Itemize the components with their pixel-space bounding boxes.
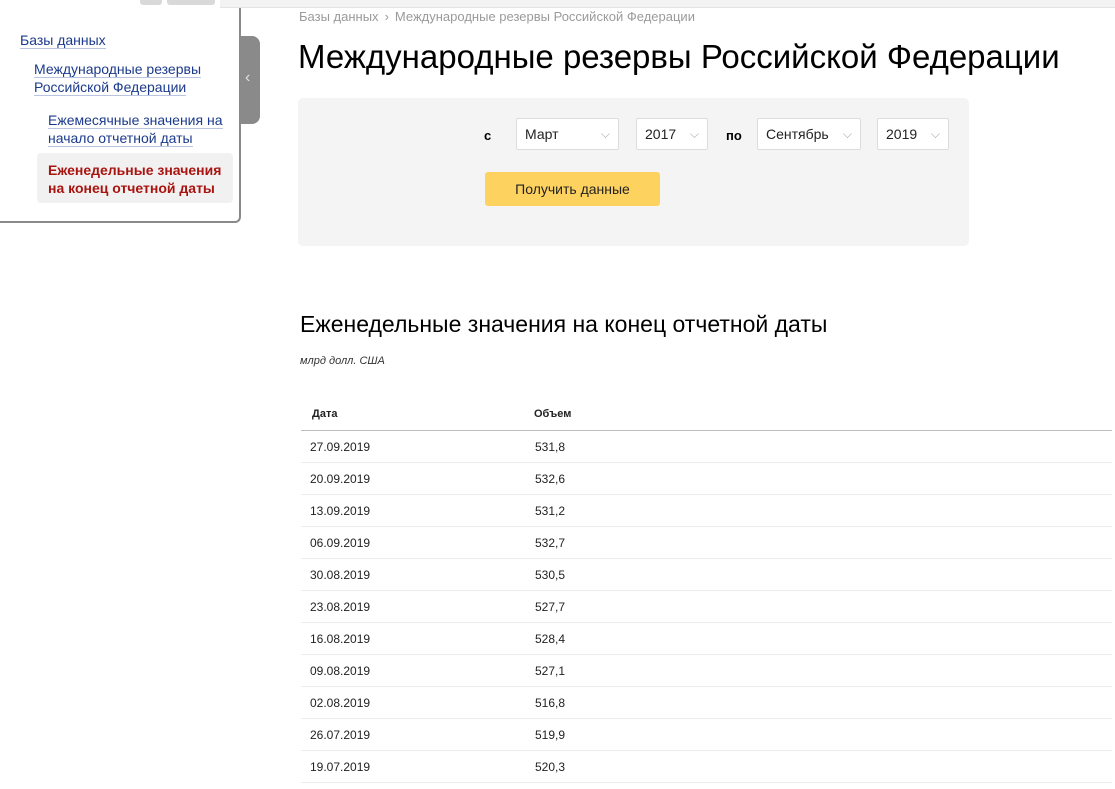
- date-cell: 23.08.2019: [301, 590, 523, 623]
- date-filter-panel: с Март ⌵ 2017 ⌵ по Сентябрь ⌵ 2019 ⌵ Пол…: [298, 98, 969, 246]
- column-header-volume: Объем: [523, 398, 1112, 431]
- from-month-select[interactable]: Март ⌵: [516, 118, 619, 150]
- table-row: 13.09.2019 531,2: [301, 494, 1112, 527]
- sidebar-item-databases[interactable]: Базы данных: [20, 32, 106, 49]
- table-row: 26.07.2019 519,9: [301, 718, 1112, 751]
- volume-cell: 527,1: [523, 654, 1112, 687]
- page-title: Международные резервы Российской Федерац…: [298, 38, 1060, 75]
- sidebar-active-label: Еженедельные значения на конец отчетной …: [48, 162, 222, 196]
- volume-cell: 520,3: [523, 750, 1112, 783]
- from-label: с: [484, 128, 492, 143]
- sidebar-link-databases[interactable]: Базы данных: [20, 32, 106, 49]
- chevron-down-icon: ⌵: [930, 127, 940, 141]
- volume-cell: 528,4: [523, 622, 1112, 655]
- sidebar-item-weekly-active[interactable]: Еженедельные значения на конец отчетной …: [37, 153, 233, 203]
- table-row: 20.09.2019 532,6: [301, 462, 1112, 495]
- chevron-down-icon: ⌵: [600, 127, 610, 141]
- date-cell: 02.08.2019: [301, 686, 523, 719]
- to-label: по: [726, 128, 742, 143]
- top-bar: [220, 0, 1115, 8]
- table-row: 19.07.2019 520,3: [301, 750, 1112, 783]
- get-data-button[interactable]: Получить данные: [485, 172, 660, 206]
- volume-cell: 532,6: [523, 462, 1112, 495]
- volume-cell: 516,8: [523, 686, 1112, 719]
- sidebar-link-monthly[interactable]: Ежемесячные значения на начало отчетной …: [48, 112, 223, 147]
- sidebar-item-monthly[interactable]: Ежемесячные значения на начало отчетной …: [48, 111, 228, 147]
- volume-cell: 530,5: [523, 558, 1112, 591]
- to-month-value: Сентябрь: [766, 126, 829, 142]
- volume-cell: 527,7: [523, 590, 1112, 623]
- date-cell: 20.09.2019: [301, 462, 523, 495]
- breadcrumb-item-reserves[interactable]: Международные резервы Российской Федерац…: [395, 9, 695, 24]
- chevron-right-icon: ›: [384, 9, 389, 24]
- date-cell: 13.09.2019: [301, 494, 523, 527]
- top-tab[interactable]: [167, 0, 215, 5]
- table-row: 30.08.2019 530,5: [301, 558, 1112, 591]
- sidebar-link-reserves[interactable]: Международные резервы Российской Федерац…: [34, 61, 202, 96]
- unit-caption: млрд долл. США: [300, 355, 385, 367]
- date-cell: 19.07.2019: [301, 750, 523, 783]
- volume-cell: 531,8: [523, 430, 1112, 463]
- reserves-table: Дата Объем 27.09.2019 531,8 20.09.2019 532…: [301, 398, 1112, 783]
- table-row: 02.08.2019 516,8: [301, 686, 1112, 719]
- to-year-select[interactable]: 2019 ⌵: [877, 118, 949, 150]
- section-title: Еженедельные значения на конец отчетной …: [300, 311, 828, 337]
- date-cell: 27.09.2019: [301, 430, 523, 463]
- sidebar-collapse-button[interactable]: ‹: [241, 36, 260, 124]
- table-header-row: Дата Объем: [301, 398, 1112, 431]
- date-cell: 30.08.2019: [301, 558, 523, 591]
- volume-cell: 531,2: [523, 494, 1112, 527]
- date-cell: 06.09.2019: [301, 526, 523, 559]
- sidebar-item-reserves[interactable]: Международные резервы Российской Федерац…: [34, 60, 224, 96]
- date-cell: 09.08.2019: [301, 654, 523, 687]
- from-month-value: Март: [525, 126, 559, 142]
- top-tab[interactable]: [140, 0, 162, 5]
- to-year-value: 2019: [886, 126, 918, 142]
- date-cell: 26.07.2019: [301, 718, 523, 751]
- column-header-date: Дата: [301, 398, 523, 431]
- from-year-select[interactable]: 2017 ⌵: [636, 118, 708, 150]
- breadcrumb-item-databases[interactable]: Базы данных: [299, 9, 379, 24]
- table-row: 27.09.2019 531,8: [301, 430, 1112, 463]
- breadcrumb: Базы данных › Международные резервы Россий…: [299, 9, 695, 24]
- sidebar-nav: Базы данных Международные резервы Россий…: [0, 8, 241, 223]
- table-row: 09.08.2019 527,1: [301, 654, 1112, 687]
- to-month-select[interactable]: Сентябрь ⌵: [757, 118, 861, 150]
- from-year-value: 2017: [645, 126, 677, 142]
- table-row: 06.09.2019 532,7: [301, 526, 1112, 559]
- date-cell: 16.08.2019: [301, 622, 523, 655]
- volume-cell: 519,9: [523, 718, 1112, 751]
- browser-top-strip: [0, 0, 1115, 8]
- chevron-down-icon: ⌵: [689, 127, 699, 141]
- chevron-left-icon: ‹: [245, 69, 251, 86]
- chevron-down-icon: ⌵: [842, 127, 852, 141]
- table-row: 16.08.2019 528,4: [301, 622, 1112, 655]
- table-row: 23.08.2019 527,7: [301, 590, 1112, 623]
- volume-cell: 532,7: [523, 526, 1112, 559]
